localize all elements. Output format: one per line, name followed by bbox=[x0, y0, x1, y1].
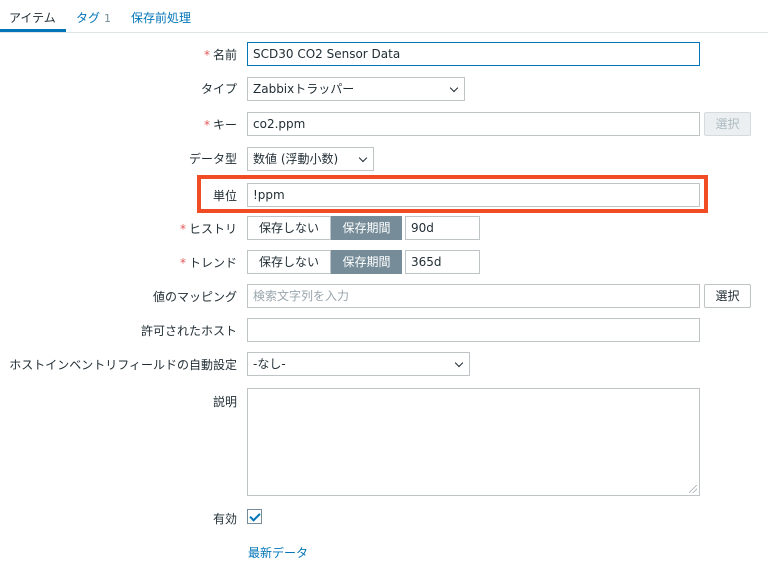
units-input[interactable]: !ppm bbox=[247, 183, 700, 207]
enabled-label: 有効 bbox=[212, 512, 237, 526]
type-select-value: Zabbixトラッパー bbox=[253, 82, 355, 96]
trends-label: * トレンド bbox=[180, 254, 237, 271]
name-label: * 名前 bbox=[204, 46, 237, 63]
trends-do-not-keep-option[interactable]: 保存しない bbox=[247, 250, 331, 274]
value-mapping-input[interactable]: 検索文字列を入力 bbox=[247, 284, 700, 308]
required-marker: * bbox=[203, 118, 210, 132]
trends-storage-period-option[interactable]: 保存期間 bbox=[331, 250, 402, 274]
chevron-down-icon bbox=[454, 358, 464, 368]
trends-period-input[interactable]: 365d bbox=[405, 250, 480, 274]
description-label: 説明 bbox=[212, 395, 237, 409]
history-do-not-keep-option[interactable]: 保存しない bbox=[247, 216, 331, 240]
required-marker: * bbox=[203, 48, 210, 62]
checkmark-icon bbox=[249, 510, 261, 522]
history-label: * ヒストリ bbox=[180, 220, 237, 237]
key-label-text: キー bbox=[212, 118, 237, 132]
inventory-select-value: -なし- bbox=[253, 357, 286, 371]
tab-bar: アイテム タグ 1 保存前処理 bbox=[0, 0, 768, 33]
type-label: タイプ bbox=[200, 82, 237, 96]
allowed-hosts-input[interactable] bbox=[247, 318, 700, 342]
resize-handle-icon[interactable] bbox=[689, 485, 697, 493]
data-type-select-value: 数値 (浮動小数) bbox=[253, 152, 339, 166]
enabled-checkbox[interactable] bbox=[247, 509, 262, 524]
name-input[interactable]: SCD30 CO2 Sensor Data bbox=[247, 42, 700, 66]
tab-tags-count: 1 bbox=[104, 12, 112, 25]
value-mapping-placeholder: 検索文字列を入力 bbox=[253, 289, 350, 303]
required-marker: * bbox=[179, 222, 186, 236]
tab-tags[interactable]: タグ 1 bbox=[76, 9, 111, 26]
inventory-select[interactable]: -なし- bbox=[247, 352, 470, 376]
data-type-label: データ型 bbox=[188, 152, 237, 166]
type-select[interactable]: Zabbixトラッパー bbox=[247, 77, 465, 101]
chevron-down-icon bbox=[358, 153, 368, 163]
required-marker: * bbox=[179, 256, 186, 270]
history-storage-period-option[interactable]: 保存期間 bbox=[331, 216, 402, 240]
data-type-select[interactable]: 数値 (浮動小数) bbox=[247, 147, 374, 171]
name-label-text: 名前 bbox=[212, 48, 237, 62]
allowed-hosts-label: 許可されたホスト bbox=[140, 324, 237, 338]
description-textarea[interactable] bbox=[247, 388, 700, 496]
key-select-button[interactable]: 選択 bbox=[704, 112, 751, 136]
key-label: * キー bbox=[204, 116, 237, 133]
key-input[interactable]: co2.ppm bbox=[247, 112, 700, 136]
tab-item[interactable]: アイテム bbox=[9, 9, 56, 26]
inventory-label: ホストインベントリフィールドの自動設定 bbox=[9, 358, 237, 372]
chevron-down-icon bbox=[449, 83, 459, 93]
latest-data-link[interactable]: 最新データ bbox=[248, 544, 308, 561]
history-period-input[interactable]: 90d bbox=[405, 216, 480, 240]
units-label: 単位 bbox=[212, 189, 237, 203]
active-tab-indicator bbox=[0, 29, 66, 32]
history-label-text: ヒストリ bbox=[188, 222, 237, 236]
tab-tags-label: タグ bbox=[76, 11, 101, 25]
tab-preprocessing[interactable]: 保存前処理 bbox=[131, 9, 191, 26]
value-mapping-select-button[interactable]: 選択 bbox=[704, 284, 751, 308]
value-mapping-label: 値のマッピング bbox=[152, 290, 237, 304]
trends-label-text: トレンド bbox=[188, 256, 237, 270]
